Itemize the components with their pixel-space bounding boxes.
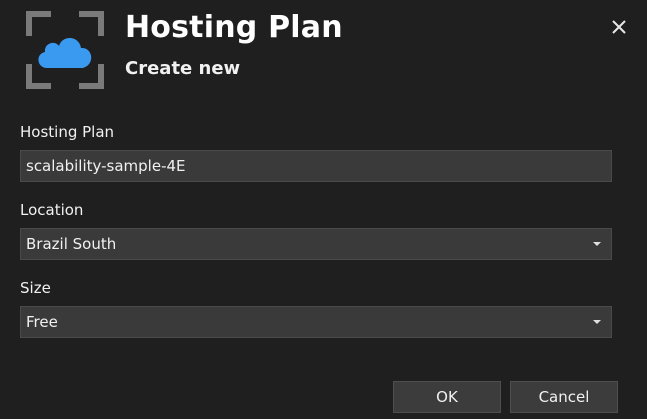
dialog-subtitle: Create new xyxy=(125,58,241,79)
ok-button[interactable]: OK xyxy=(393,381,501,413)
size-select[interactable]: Free xyxy=(20,306,612,338)
location-select[interactable]: Brazil South xyxy=(20,228,612,260)
size-label: Size xyxy=(20,279,51,297)
location-label: Location xyxy=(20,201,84,219)
hosting-plan-dialog: Hosting Plan Create new Hosting Plan Loc… xyxy=(0,0,647,419)
hosting-plan-input[interactable] xyxy=(20,150,612,182)
cancel-button[interactable]: Cancel xyxy=(510,381,618,413)
close-icon xyxy=(612,20,626,34)
location-value: Brazil South xyxy=(26,235,117,253)
chevron-down-icon xyxy=(593,320,601,324)
hosting-plan-label: Hosting Plan xyxy=(20,123,115,141)
chevron-down-icon xyxy=(593,242,601,246)
close-button[interactable] xyxy=(606,14,632,40)
cloud-resource-icon xyxy=(25,10,105,90)
size-value: Free xyxy=(26,313,58,331)
dialog-title: Hosting Plan xyxy=(125,10,343,45)
